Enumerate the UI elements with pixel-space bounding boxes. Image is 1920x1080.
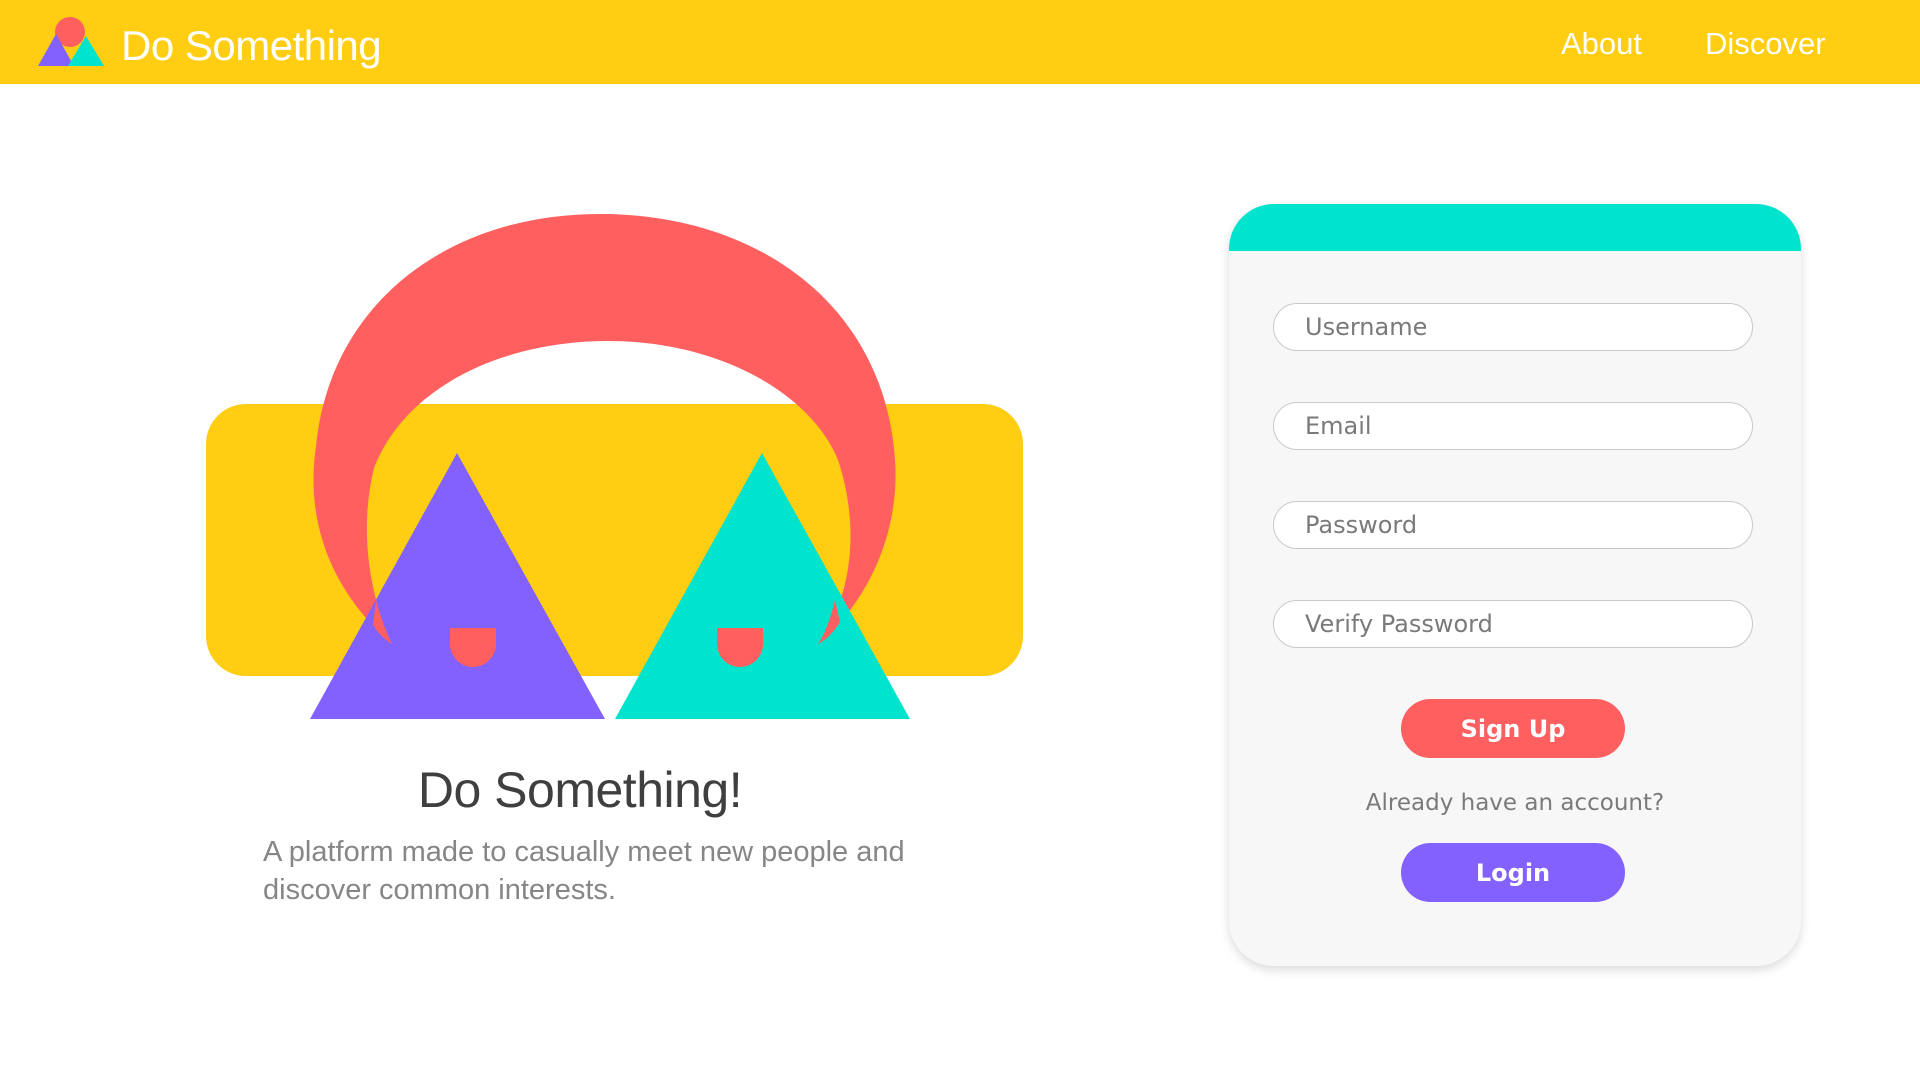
top-bar: Do Something About Discover — [0, 0, 1920, 84]
hero-title: Do Something! — [417, 762, 743, 818]
nav-discover-link[interactable]: Discover — [1705, 24, 1826, 64]
sign-up-button[interactable]: Sign Up — [1401, 699, 1625, 758]
app-brand-name[interactable]: Do Something — [121, 20, 382, 72]
verify-password-input[interactable] — [1273, 600, 1753, 648]
app-logo-icon[interactable] — [36, 16, 106, 68]
hero-subtitle: A platform made to casually meet new peo… — [263, 836, 905, 906]
login-button[interactable]: Login — [1401, 843, 1625, 902]
email-input[interactable] — [1273, 402, 1753, 450]
signup-card-header — [1229, 204, 1801, 251]
already-have-account-text: Already have an account? — [1365, 790, 1665, 816]
username-input[interactable] — [1273, 303, 1753, 351]
nav-about-link[interactable]: About — [1561, 24, 1642, 64]
password-input[interactable] — [1273, 501, 1753, 549]
hero-illustration — [206, 213, 1023, 719]
signup-card: Sign Up Already have an account? Login — [1229, 204, 1801, 966]
